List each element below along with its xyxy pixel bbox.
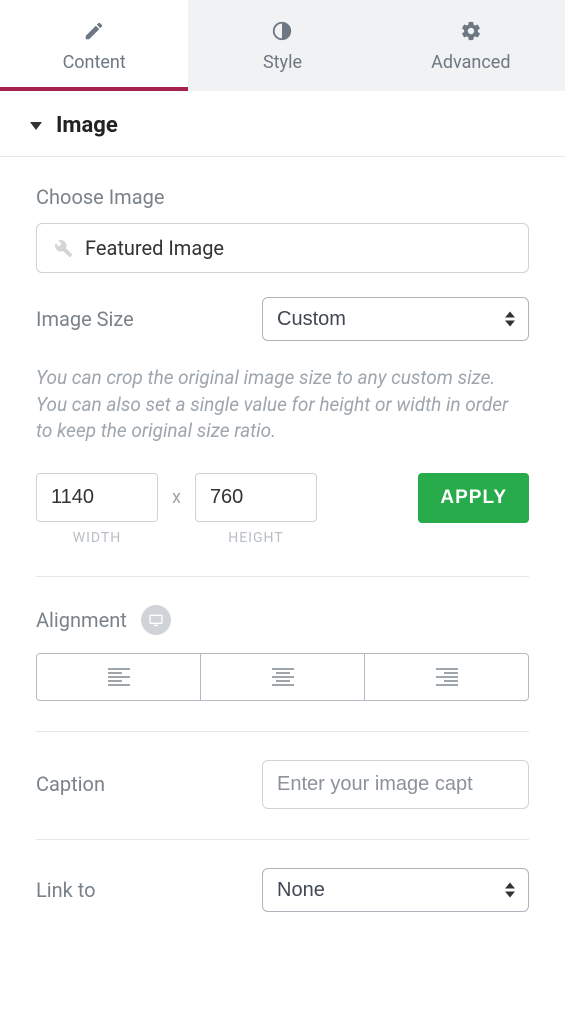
align-right-button[interactable]: [365, 654, 528, 700]
image-size-label: Image Size: [36, 307, 134, 331]
field-choose-image: Choose Image Featured Image: [36, 185, 529, 273]
width-column: WIDTH: [36, 473, 158, 546]
panel-tabs: Content Style Advanced: [0, 0, 565, 91]
divider: [36, 839, 529, 840]
tab-advanced-label: Advanced: [431, 52, 510, 73]
height-column: HEIGHT: [195, 473, 317, 546]
link-to-select[interactable]: None: [262, 868, 529, 912]
caret-down-icon: [30, 122, 42, 130]
alignment-header: Alignment: [36, 605, 529, 635]
caption-input[interactable]: [262, 760, 529, 809]
dimension-separator: x: [172, 473, 181, 508]
tab-style[interactable]: Style: [188, 0, 376, 91]
field-caption: Caption: [36, 760, 529, 809]
choose-image-box[interactable]: Featured Image: [36, 223, 529, 273]
responsive-icon[interactable]: [141, 605, 171, 635]
pencil-icon: [83, 20, 105, 42]
gear-icon: [460, 20, 482, 42]
divider: [36, 576, 529, 577]
field-link-to: Link to None: [36, 868, 529, 912]
align-left-button[interactable]: [37, 654, 201, 700]
image-size-select[interactable]: Custom: [262, 297, 529, 341]
caption-label: Caption: [36, 772, 105, 796]
tab-content-label: Content: [63, 52, 126, 73]
field-image-size: Image Size Custom: [36, 297, 529, 341]
tab-content[interactable]: Content: [0, 0, 188, 91]
image-size-select-wrap: Custom: [262, 297, 529, 341]
tab-advanced[interactable]: Advanced: [377, 0, 565, 91]
section-title: Image: [56, 113, 118, 138]
choose-image-label: Choose Image: [36, 185, 529, 209]
height-sublabel: HEIGHT: [228, 530, 283, 546]
align-center-button[interactable]: [201, 654, 365, 700]
align-center-icon: [272, 668, 294, 686]
image-size-hint: You can crop the original image size to …: [36, 365, 529, 445]
contrast-icon: [271, 20, 293, 42]
align-left-icon: [108, 668, 130, 686]
width-input[interactable]: [36, 473, 158, 522]
divider: [36, 731, 529, 732]
align-right-icon: [436, 668, 458, 686]
tab-style-label: Style: [263, 52, 302, 73]
alignment-buttons: [36, 653, 529, 701]
choose-image-value: Featured Image: [85, 236, 224, 260]
section-header-image[interactable]: Image: [0, 91, 565, 157]
link-to-select-wrap: None: [262, 868, 529, 912]
custom-dimensions: WIDTH x HEIGHT APPLY: [36, 473, 529, 546]
height-input[interactable]: [195, 473, 317, 522]
panel-body: Choose Image Featured Image Image Size C…: [0, 157, 565, 940]
link-to-label: Link to: [36, 878, 96, 902]
apply-button[interactable]: APPLY: [418, 473, 529, 523]
wrench-icon: [53, 238, 73, 258]
width-sublabel: WIDTH: [73, 530, 122, 546]
alignment-label: Alignment: [36, 608, 127, 632]
